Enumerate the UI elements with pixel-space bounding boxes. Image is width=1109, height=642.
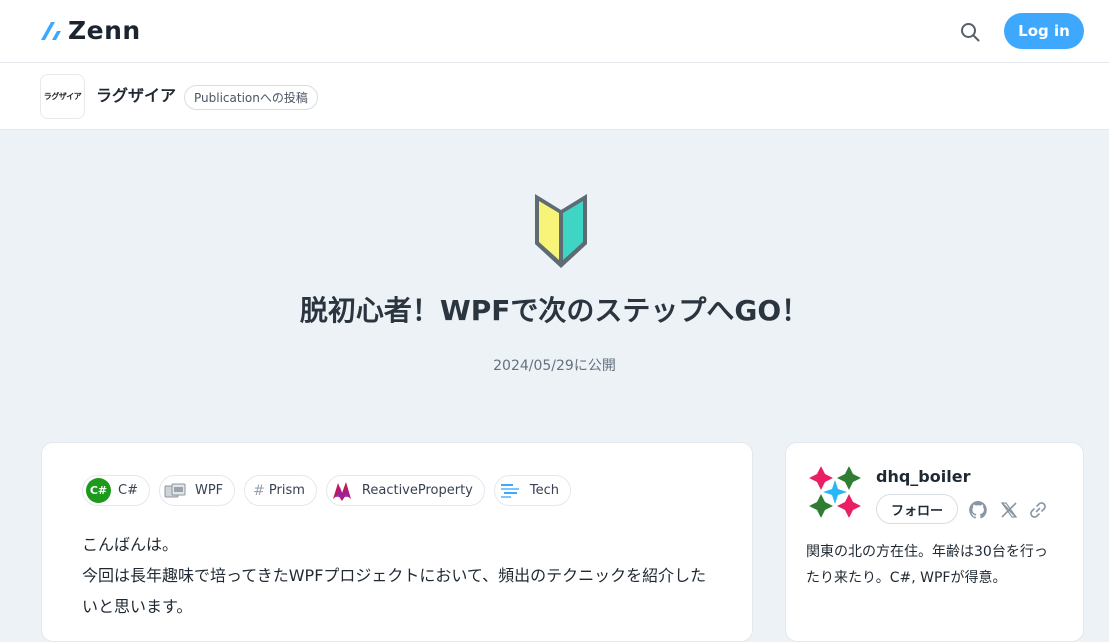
follow-button[interactable]: フォロー <box>876 494 958 524</box>
published-date: 2024/05/29に公開 <box>493 358 616 374</box>
publication-name[interactable]: ラグザイア <box>96 86 176 106</box>
tag-list: C# C# WPF # Prism ReactiveProperty Tech <box>82 475 572 506</box>
bio-line: たり来たり。C#, WPFが得意。 <box>806 570 1007 586</box>
author-card: dhq_boiler フォロー 関東の北の方在住。年齢は30台を行っ たり来たり… <box>785 442 1084 642</box>
hash-icon: # <box>253 482 265 499</box>
zenn-logo[interactable]: Zenn <box>40 17 141 45</box>
x-icon[interactable] <box>999 500 1019 520</box>
body-line: いと思います。 <box>82 597 193 616</box>
reactiveproperty-icon <box>330 478 355 503</box>
csharp-icon: C# <box>86 478 111 503</box>
zenn-logo-mark-icon <box>41 22 61 40</box>
author-name[interactable]: dhq_boiler <box>876 467 970 487</box>
tag-label: C# <box>118 483 138 498</box>
logo-text: Zenn <box>68 16 141 45</box>
article-body: こんばんは。 今回は長年趣味で培ってきたWPFプロジェクトにおいて、頻出のテクニ… <box>82 529 722 622</box>
article-title: 脱初心者！WPFで次のステップへGO！ <box>299 294 810 327</box>
login-button[interactable]: Log in <box>1004 13 1084 49</box>
site-header: Zenn Log in <box>0 0 1109 63</box>
publication-bar: ラグザイア ラグザイア Publicationへの投稿 <box>0 63 1109 130</box>
author-avatar[interactable] <box>806 463 864 521</box>
publication-badge: Publicationへの投稿 <box>184 85 318 110</box>
body-line: こんばんは。 <box>82 535 179 554</box>
search-icon <box>961 23 980 42</box>
tag-label: WPF <box>194 483 224 498</box>
article-card: C# C# WPF # Prism ReactiveProperty Tech … <box>41 442 753 642</box>
author-bio: 関東の北の方在住。年齢は30台を行っ たり来たり。C#, WPFが得意。 <box>806 539 1066 591</box>
link-icon[interactable] <box>1028 500 1048 520</box>
tag-prism[interactable]: # Prism <box>244 475 317 506</box>
tag-wpf[interactable]: WPF <box>158 475 236 506</box>
beginner-mark-icon <box>535 194 587 268</box>
tag-tech[interactable]: Tech <box>493 475 572 506</box>
search-button[interactable] <box>957 19 983 45</box>
tag-csharp[interactable]: C# C# <box>82 475 150 506</box>
github-icon[interactable] <box>968 500 988 520</box>
publication-avatar[interactable]: ラグザイア <box>40 74 85 119</box>
body-line: 今回は長年趣味で培ってきたWPFプロジェクトにおいて、頻出のテクニックを紹介した <box>82 566 707 585</box>
tag-reactiveproperty[interactable]: ReactiveProperty <box>325 475 485 506</box>
publication-logo-text: ラグザイア <box>43 92 82 101</box>
tag-label: Prism <box>268 483 305 498</box>
tag-label: Tech <box>529 483 560 498</box>
bio-line: 関東の北の方在住。年齢は30台を行っ <box>806 544 1048 560</box>
tech-icon <box>498 478 523 503</box>
wpf-icon <box>163 478 188 503</box>
tag-label: ReactiveProperty <box>361 483 473 498</box>
